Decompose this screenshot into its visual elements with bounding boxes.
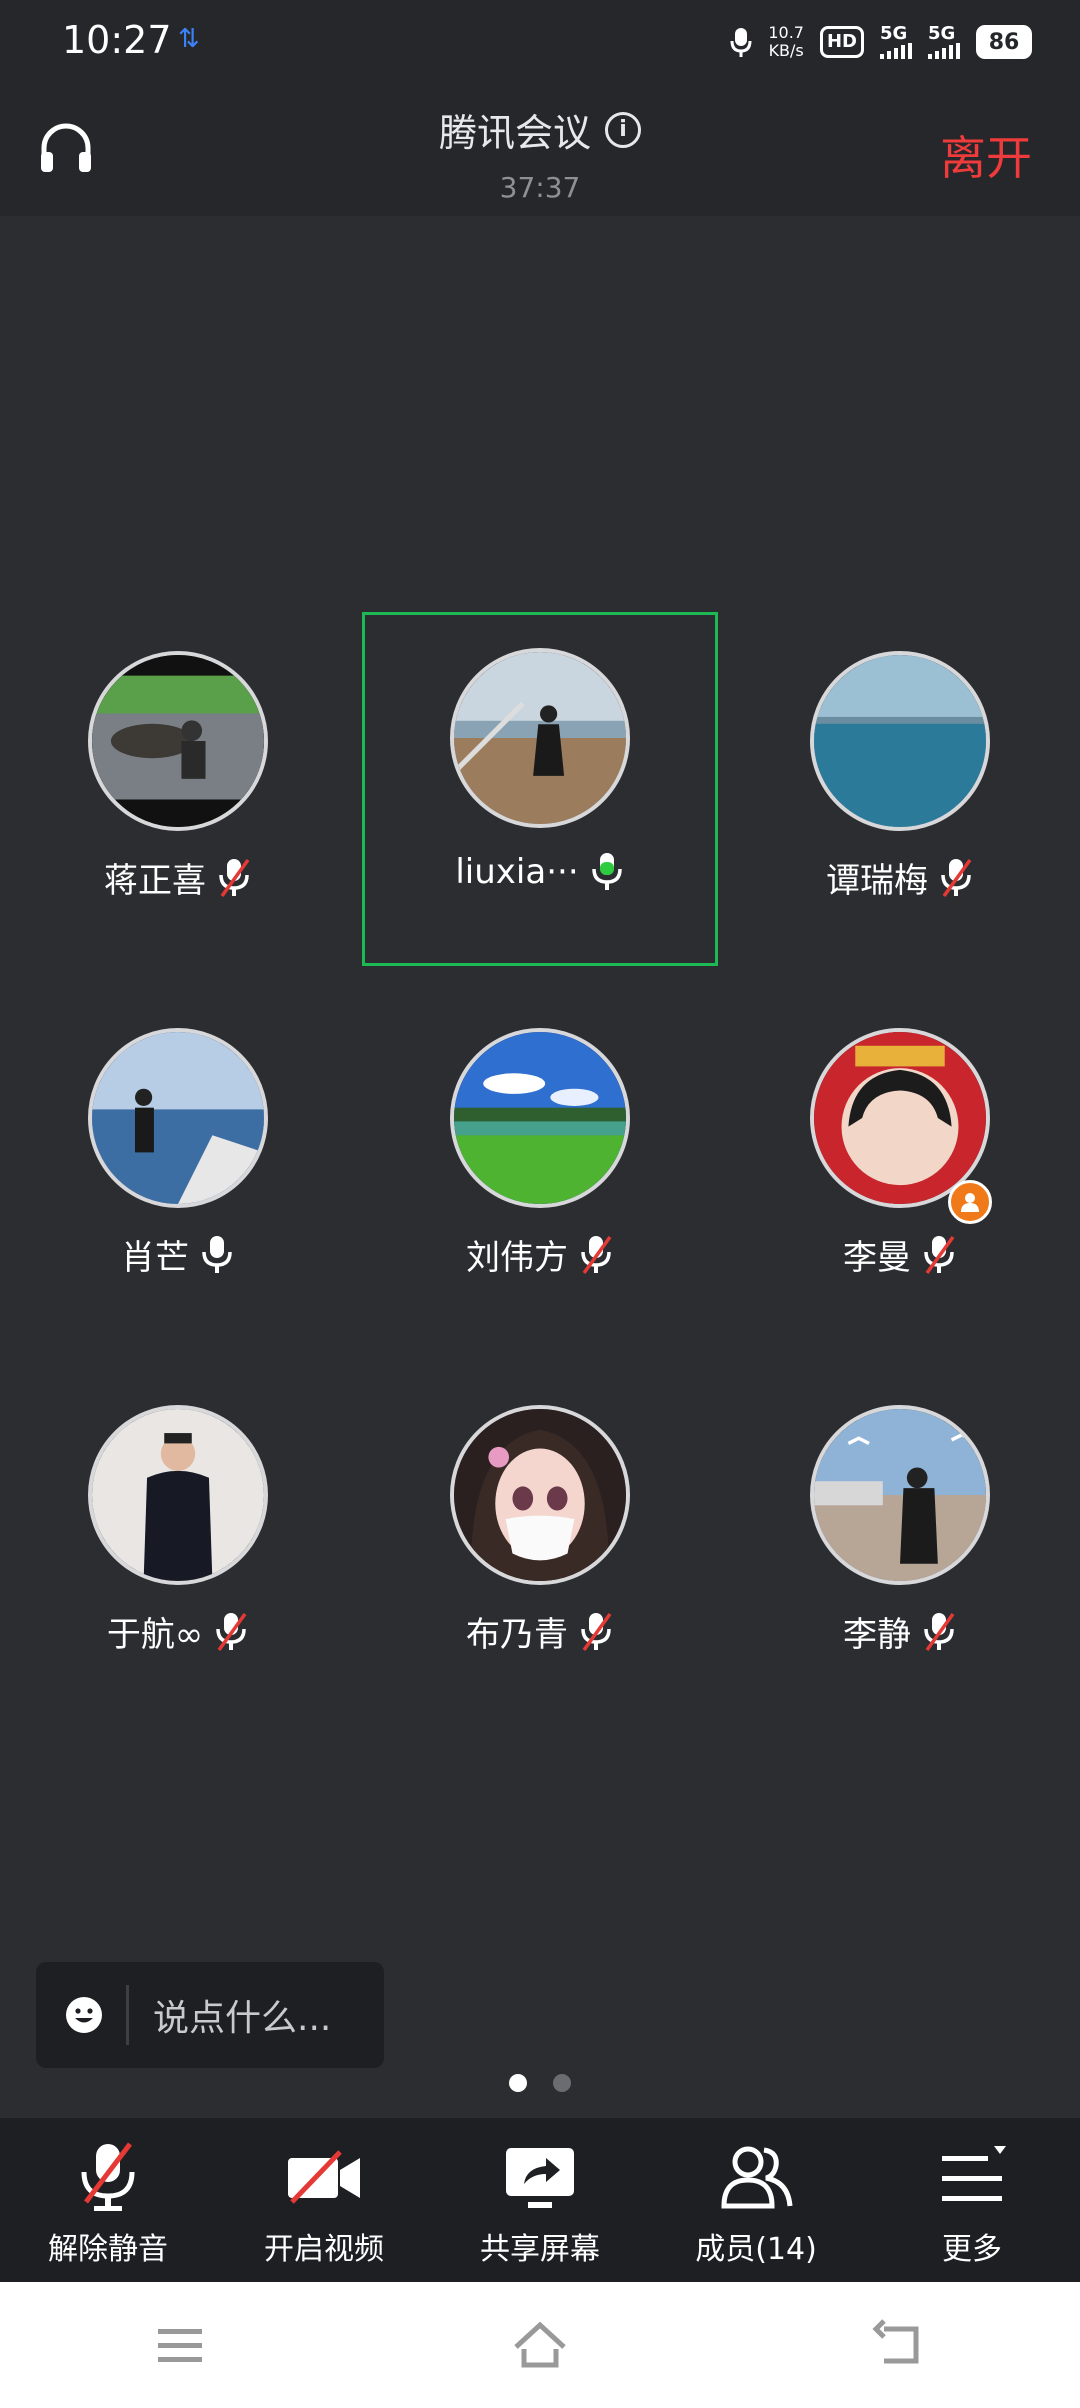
status-bar: 10:27 ⇅ 10.7 KB/s HD 5G 5G 86 <box>0 0 1080 84</box>
more-menu-icon <box>942 2146 1006 2201</box>
participant-name: 肖芒 <box>121 1238 189 1278</box>
participant-avatar <box>810 1405 990 1585</box>
mic-muted-icon <box>581 1235 612 1274</box>
participant-name-row: 李静 <box>722 1607 1078 1656</box>
participant-name-row: 蒋正喜 <box>0 853 356 902</box>
net-speed-unit: KB/s <box>768 41 804 60</box>
mic-muted-icon <box>216 1612 247 1651</box>
data-transfer-icon: ⇅ <box>178 24 200 54</box>
net-speed: 10.7 KB/s <box>768 24 804 60</box>
participant-tile-speaking[interactable]: liuxia··· <box>362 612 718 966</box>
participant-name: 谭瑞梅 <box>826 861 928 901</box>
members-button[interactable]: 成员(14) <box>648 2118 864 2282</box>
net-speed-value: 10.7 <box>768 23 804 42</box>
participant-tile[interactable]: 布乃青 <box>362 1369 718 1723</box>
participant-name: 蒋正喜 <box>104 861 206 901</box>
participant-name-row: liuxia··· <box>365 850 715 894</box>
mic-muted-icon <box>581 1612 612 1651</box>
share-screen-label: 共享屏幕 <box>480 2232 600 2267</box>
host-badge-icon <box>948 1180 992 1224</box>
system-navigation-bar <box>0 2282 1080 2408</box>
status-indicators: 10.7 KB/s HD 5G 5G 86 <box>730 18 1032 66</box>
start-video-label: 开启视频 <box>264 2232 384 2267</box>
participant-name: 布乃青 <box>466 1615 568 1655</box>
participant-tile[interactable]: 李曼 <box>722 992 1078 1346</box>
chat-placeholder: 说点什么... <box>153 1998 332 2039</box>
battery-icon: 86 <box>976 25 1032 59</box>
mic-muted-icon <box>941 858 972 897</box>
hd-voice-icon: HD <box>819 26 864 58</box>
meeting-header: 腾讯会议 i 37:37 离开 <box>0 84 1080 216</box>
meeting-toolbar: 解除静音 开启视频 共享屏幕 成员(14) 更多 <box>0 2118 1080 2282</box>
video-off-icon <box>288 2150 360 2204</box>
participant-name: 李静 <box>843 1615 911 1655</box>
participant-tile[interactable]: 于航∞ <box>0 1369 356 1723</box>
members-icon <box>721 2146 793 2209</box>
signal-sim2-icon: 5G <box>928 25 960 59</box>
home-icon[interactable] <box>510 2315 570 2375</box>
participant-name-row: 于航∞ <box>0 1607 356 1656</box>
mic-off-icon <box>81 2142 135 2211</box>
page-indicator <box>0 2074 1080 2092</box>
more-label: 更多 <box>942 2232 1002 2267</box>
mic-status-icon <box>730 28 752 57</box>
mic-on-icon <box>202 1235 232 1273</box>
more-button[interactable]: 更多 <box>864 2118 1080 2282</box>
meeting-title-text: 腾讯会议 <box>438 111 591 155</box>
meeting-title[interactable]: 腾讯会议 i <box>439 102 641 157</box>
chat-input[interactable]: 说点什么... <box>36 1962 384 2068</box>
share-screen-icon <box>506 2148 574 2208</box>
participant-tile[interactable]: 刘伟方 <box>362 992 718 1346</box>
mic-muted-icon <box>924 1612 955 1651</box>
sim1-label: 5G <box>880 23 908 44</box>
mic-muted-icon <box>924 1235 955 1274</box>
chat-divider <box>126 1985 129 2045</box>
mic-muted-icon <box>219 858 250 897</box>
page-dot-active[interactable] <box>509 2074 527 2092</box>
participant-avatar <box>450 1405 630 1585</box>
info-icon[interactable]: i <box>605 111 641 148</box>
sim2-label: 5G <box>928 23 956 44</box>
participant-name-row: 刘伟方 <box>362 1230 718 1279</box>
participant-name-row: 谭瑞梅 <box>722 853 1078 902</box>
back-icon[interactable] <box>870 2315 930 2375</box>
members-label: 成员(14) <box>695 2232 817 2267</box>
participant-avatar <box>88 1028 268 1208</box>
meeting-duration: 37:37 <box>499 171 581 204</box>
unmute-button[interactable]: 解除静音 <box>0 2118 216 2282</box>
participant-tile[interactable]: 李静 <box>722 1369 1078 1723</box>
title-area: 腾讯会议 i 37:37 <box>0 102 1080 204</box>
share-screen-button[interactable]: 共享屏幕 <box>432 2118 648 2282</box>
participant-avatar <box>88 1405 268 1585</box>
unmute-label: 解除静音 <box>48 2232 168 2267</box>
participant-avatar <box>450 648 630 828</box>
participant-name: 李曼 <box>843 1238 911 1278</box>
participant-name: 刘伟方 <box>466 1238 568 1278</box>
mic-active-icon <box>591 853 622 890</box>
participant-avatar <box>450 1028 630 1208</box>
participant-avatar <box>810 651 990 831</box>
participant-name-row: 布乃青 <box>362 1607 718 1656</box>
leave-button[interactable]: 离开 <box>940 122 1032 188</box>
participant-tile[interactable]: 肖芒 <box>0 992 356 1346</box>
participant-tile[interactable]: 蒋正喜 <box>0 615 356 969</box>
participant-tile[interactable]: 谭瑞梅 <box>722 615 1078 969</box>
participant-name: 于航∞ <box>106 1615 204 1655</box>
menu-icon[interactable] <box>150 2315 210 2375</box>
participant-name: liuxia··· <box>455 852 579 892</box>
start-video-button[interactable]: 开启视频 <box>216 2118 432 2282</box>
page-dot[interactable] <box>553 2074 571 2092</box>
signal-sim1-icon: 5G <box>880 25 912 59</box>
participant-name-row: 李曼 <box>722 1230 1078 1279</box>
participant-name-row: 肖芒 <box>0 1230 356 1279</box>
emoji-icon[interactable] <box>64 1995 104 2035</box>
participant-avatar <box>88 651 268 831</box>
status-time: 10:27 <box>62 18 172 62</box>
